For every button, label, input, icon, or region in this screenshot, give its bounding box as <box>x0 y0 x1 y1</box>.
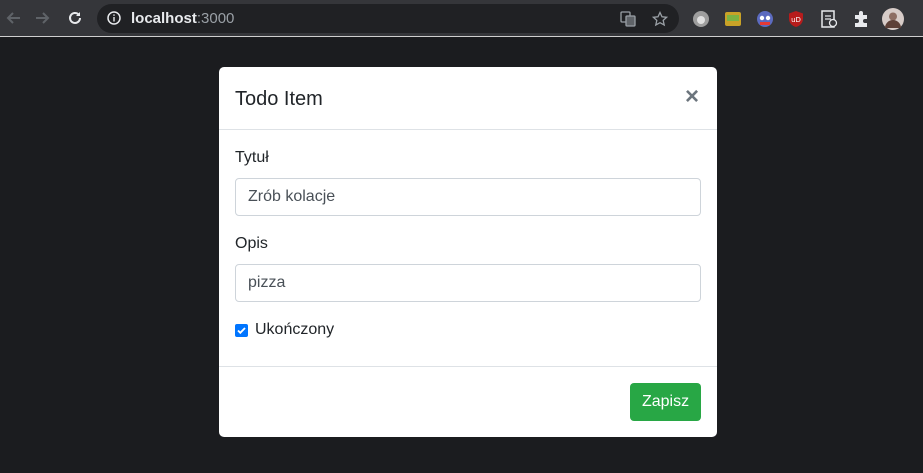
modal-footer: Zapisz <box>219 366 717 437</box>
extension-5-icon[interactable] <box>820 10 838 28</box>
url-host: localhost <box>131 10 197 27</box>
description-label: Opis <box>235 235 268 252</box>
ublock-text: uD <box>791 16 801 24</box>
url-port: :3000 <box>196 10 235 27</box>
todo-item-modal: Todo Item × Tytuł Opis Ukończony Zapisz <box>219 67 717 437</box>
star-icon[interactable] <box>651 10 669 27</box>
url-text[interactable]: localhost:3000 <box>131 10 234 27</box>
completed-label[interactable]: Ukończony <box>255 320 334 340</box>
title-label: Tytuł <box>235 149 269 166</box>
completed-row: Ukończony <box>235 320 334 340</box>
modal-header: Todo Item × <box>219 67 717 130</box>
completed-checkbox[interactable] <box>235 323 248 337</box>
forward-icon[interactable] <box>31 7 53 29</box>
extension-1-icon[interactable] <box>692 10 710 28</box>
checkmark-icon <box>237 326 246 334</box>
back-icon[interactable] <box>3 7 25 29</box>
browser-toolbar: localhost:3000 uD <box>0 0 923 37</box>
ublock-icon[interactable]: uD <box>787 10 805 28</box>
address-bar[interactable]: localhost:3000 <box>97 4 679 33</box>
title-input[interactable] <box>235 178 701 216</box>
profile-avatar[interactable] <box>882 8 904 30</box>
save-button[interactable]: Zapisz <box>630 383 701 421</box>
reload-icon[interactable] <box>64 7 86 29</box>
info-icon[interactable] <box>107 11 121 25</box>
translate-icon[interactable] <box>620 11 636 27</box>
puzzle-icon[interactable] <box>852 10 870 28</box>
description-input[interactable] <box>235 264 701 302</box>
close-icon: × <box>684 83 699 110</box>
modal-title: Todo Item <box>235 88 323 110</box>
extension-3-icon[interactable] <box>756 10 774 28</box>
close-button[interactable]: × <box>681 83 703 110</box>
extension-2-icon[interactable] <box>724 10 742 28</box>
